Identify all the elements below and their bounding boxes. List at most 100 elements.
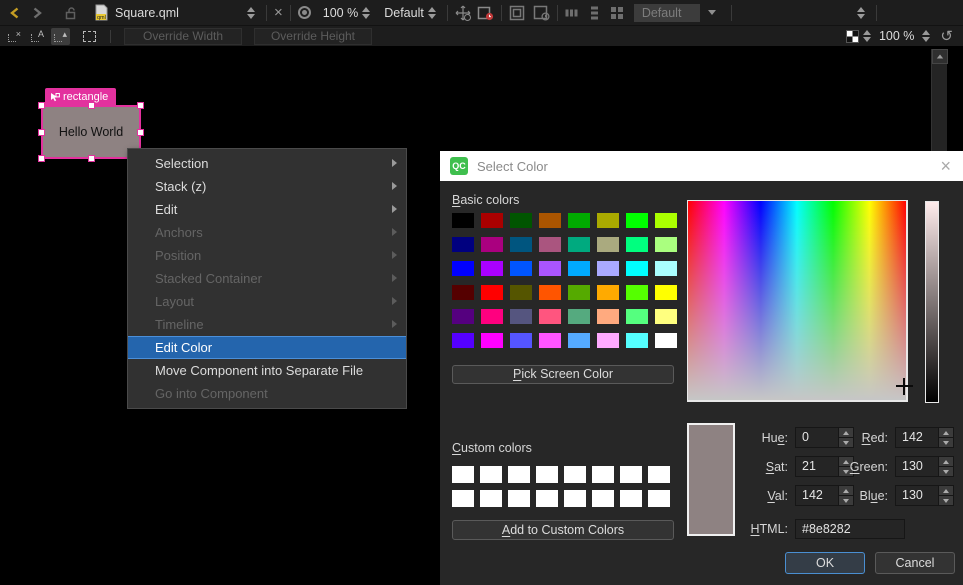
menu-item[interactable]: Go into Component [128, 382, 406, 405]
column-layout-icon[interactable] [590, 6, 600, 20]
menu-item[interactable]: Stack (z) [128, 175, 406, 198]
color-swatch[interactable] [568, 213, 590, 228]
color-swatch[interactable] [564, 490, 586, 507]
color-swatch[interactable] [481, 333, 503, 348]
selection-timer-icon[interactable] [477, 5, 494, 21]
state-spinner[interactable] [424, 7, 440, 19]
color-swatch[interactable] [452, 490, 474, 507]
color-swatch[interactable] [568, 309, 590, 324]
no-snapping-icon[interactable]: × [5, 28, 24, 45]
forward-icon[interactable] [30, 6, 44, 20]
ok-button[interactable]: OK [785, 552, 865, 574]
dialog-close-icon[interactable]: × [940, 157, 951, 175]
zoom-spinner[interactable] [358, 7, 374, 19]
snapping-icon[interactable]: ▴ [51, 28, 70, 45]
blue-up-button[interactable] [939, 486, 953, 496]
document-switch-spinner[interactable] [243, 7, 259, 19]
color-swatch[interactable] [626, 237, 648, 252]
hello-world-rectangle[interactable]: Hello World [42, 106, 140, 158]
snapping-anchors-icon[interactable]: A [28, 28, 47, 45]
menu-item[interactable]: Edit [128, 198, 406, 221]
color-swatch[interactable] [452, 237, 474, 252]
color-swatch[interactable] [655, 213, 677, 228]
color-swatch[interactable] [452, 261, 474, 276]
color-swatch[interactable] [568, 261, 590, 276]
move-tool-icon[interactable] [455, 5, 471, 21]
color-swatch[interactable] [592, 490, 614, 507]
color-swatch[interactable] [597, 213, 619, 228]
menu-item[interactable]: Layout [128, 290, 406, 313]
color-swatch[interactable] [626, 285, 648, 300]
color-swatch[interactable] [568, 237, 590, 252]
color-swatch[interactable] [655, 237, 677, 252]
selection-label[interactable]: rectangle [45, 88, 116, 106]
bounds-timer-icon[interactable] [533, 5, 550, 21]
color-swatch[interactable] [597, 261, 619, 276]
resize-handle-n[interactable] [88, 102, 95, 109]
cancel-button[interactable]: Cancel [875, 552, 955, 574]
dialog-titlebar[interactable]: QC Select Color × [440, 151, 963, 181]
resize-handle-w[interactable] [38, 129, 45, 136]
resize-handle-ne[interactable] [137, 102, 144, 109]
workspace-spinner[interactable] [853, 7, 869, 19]
blue-down-button[interactable] [939, 496, 953, 505]
color-swatch[interactable] [655, 333, 677, 348]
color-swatch[interactable] [539, 213, 561, 228]
green-up-button[interactable] [939, 457, 953, 467]
color-swatch[interactable] [539, 333, 561, 348]
menu-item[interactable]: Edit Color [128, 336, 406, 359]
color-swatch[interactable] [592, 466, 614, 483]
close-document-icon[interactable]: × [274, 5, 283, 20]
row-layout-icon[interactable] [565, 7, 580, 19]
html-color-field[interactable]: #8e8282 [795, 519, 905, 539]
color-swatch[interactable] [620, 466, 642, 483]
back-icon[interactable] [8, 6, 22, 20]
color-swatch[interactable] [655, 285, 677, 300]
color-swatch[interactable] [508, 466, 530, 483]
color-swatch[interactable] [648, 466, 670, 483]
resize-handle-s[interactable] [88, 155, 95, 162]
red-up-button[interactable] [939, 428, 953, 438]
color-swatch[interactable] [510, 213, 532, 228]
green-down-button[interactable] [939, 467, 953, 476]
color-swatch[interactable] [452, 285, 474, 300]
color-swatch[interactable] [510, 333, 532, 348]
hue-saturation-picker[interactable] [687, 200, 908, 402]
color-swatch[interactable] [510, 285, 532, 300]
color-swatch[interactable] [452, 466, 474, 483]
menu-item[interactable]: Anchors [128, 221, 406, 244]
scroll-up-button[interactable] [932, 49, 948, 64]
color-swatch[interactable] [626, 309, 648, 324]
color-swatch[interactable] [510, 261, 532, 276]
color-swatch[interactable] [626, 261, 648, 276]
grid-layout-icon[interactable] [610, 6, 624, 20]
color-swatch[interactable] [568, 333, 590, 348]
color-swatch[interactable] [480, 466, 502, 483]
color-swatch[interactable] [539, 309, 561, 324]
color-swatch[interactable] [597, 333, 619, 348]
color-swatch[interactable] [620, 490, 642, 507]
color-swatch[interactable] [481, 309, 503, 324]
color-swatch[interactable] [510, 237, 532, 252]
show-bounds-icon[interactable] [80, 28, 99, 45]
color-swatch[interactable] [597, 237, 619, 252]
add-to-custom-colors-button[interactable]: Add to Custom Colors [452, 520, 674, 540]
color-swatch[interactable] [536, 490, 558, 507]
color-swatch[interactable] [481, 285, 503, 300]
color-swatch[interactable] [539, 237, 561, 252]
state-selector[interactable]: Default [384, 6, 424, 20]
color-swatch[interactable] [452, 333, 474, 348]
color-swatch[interactable] [510, 309, 532, 324]
color-swatch[interactable] [452, 309, 474, 324]
color-swatch[interactable] [452, 213, 474, 228]
override-width-field[interactable] [124, 28, 242, 45]
record-icon[interactable] [298, 6, 311, 19]
menu-item[interactable]: Stacked Container [128, 267, 406, 290]
color-swatch[interactable] [508, 490, 530, 507]
color-swatch[interactable] [568, 285, 590, 300]
menu-item[interactable]: Selection [128, 152, 406, 175]
color-swatch[interactable] [481, 261, 503, 276]
color-swatch[interactable] [655, 261, 677, 276]
resize-handle-nw[interactable] [38, 102, 45, 109]
green-spinbox[interactable]: 130 [895, 456, 954, 477]
